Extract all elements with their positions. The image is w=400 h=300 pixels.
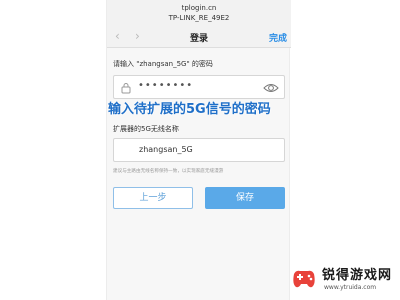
lock-icon (121, 83, 131, 94)
site-watermark: 锐得游戏网 www.ytruida.com (288, 258, 400, 300)
extended-network-label: 扩展器的5G无线名称 (113, 125, 179, 133)
roaming-hint-text: 建议与主路由无线名称保持一致，以实现家庭无缝漫游 (113, 169, 224, 174)
phone-screen: tplogin.cn TP-LINK_RE_49E2 ‹ › 登录 完成 请输入… (106, 0, 291, 300)
password-value: •••••••• (138, 80, 194, 91)
previous-step-button[interactable]: 上一步 (113, 187, 193, 209)
network-ssid-heading: TP-LINK_RE_49E2 (168, 14, 230, 22)
extended-network-name-value: zhangsan_5G (139, 145, 193, 154)
eye-icon[interactable] (263, 81, 279, 95)
instruction-caption: 输入待扩展的5G信号的密码 (108, 102, 271, 117)
url-text: tplogin.cn (181, 4, 217, 12)
browser-address-bar[interactable]: tplogin.cn TP-LINK_RE_49E2 (107, 0, 291, 26)
extended-network-name-field[interactable]: zhangsan_5G (113, 138, 285, 162)
password-field[interactable]: •••••••• (113, 75, 285, 99)
screenshot-stage: tplogin.cn TP-LINK_RE_49E2 ‹ › 登录 完成 请输入… (0, 0, 400, 300)
watermark-title: 锐得游戏网 (322, 268, 393, 283)
navigation-bar: ‹ › 登录 完成 (107, 26, 291, 48)
password-label: 请输入 "zhangsan_5G" 的密码 (113, 60, 213, 68)
page-title: 登录 (189, 34, 208, 44)
done-button[interactable]: 完成 (269, 31, 287, 44)
gamepad-logo-icon (293, 270, 315, 288)
watermark-url: www.ytruida.com (324, 284, 377, 291)
save-button[interactable]: 保存 (205, 187, 285, 209)
